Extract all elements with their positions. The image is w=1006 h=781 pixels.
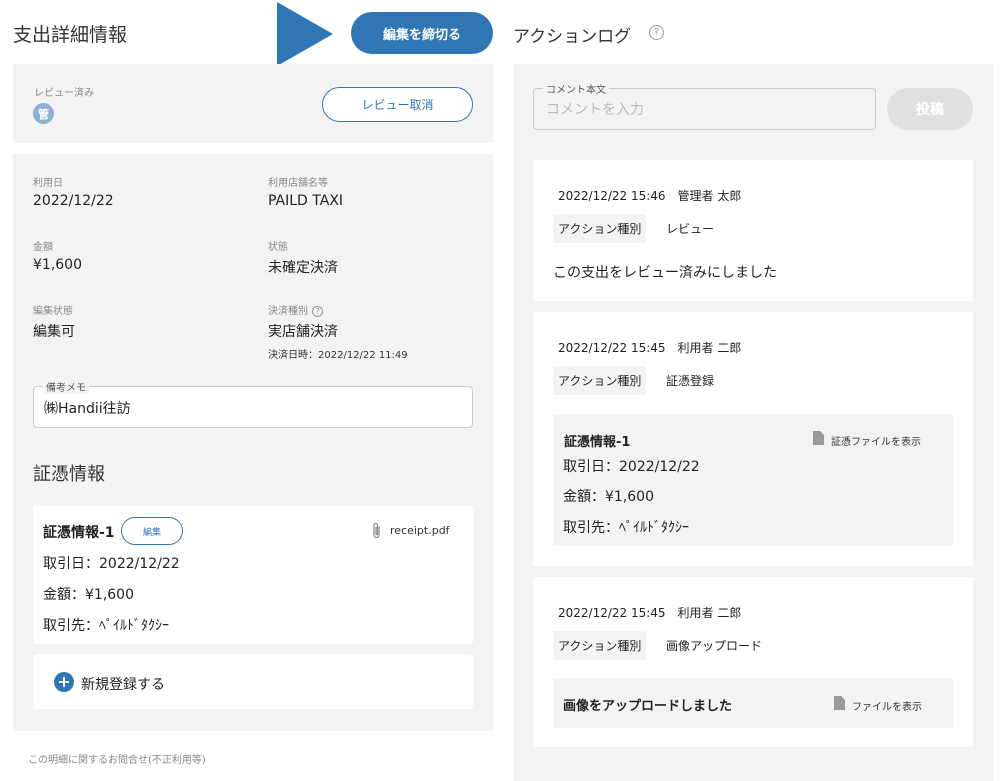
amount-value: ¥1,600 <box>33 257 82 273</box>
admin-badge-icon: 管 <box>33 103 54 124</box>
comment-placeholder: コメントを入力 <box>546 102 644 118</box>
action-log-title: アクションログ <box>513 27 632 47</box>
status-value: 未確定決済 <box>268 260 338 276</box>
finish-editing-button[interactable]: 編集を締切る <box>351 12 493 54</box>
evidence-edit-button[interactable]: 編集 <box>121 517 183 545</box>
help-icon[interactable]: ? <box>312 305 323 317</box>
arrow-pointer-icon <box>277 2 333 66</box>
evidence-line: 取引先：ﾍﾟｲﾙﾄﾞﾀｸｼｰ <box>43 618 169 634</box>
action-type-tag: アクション種別 <box>553 631 647 660</box>
edit-status-label: 編集状態 <box>33 306 73 317</box>
evidence-summary-line: 金額：¥1,600 <box>563 489 654 505</box>
edit-status-value: 編集可 <box>33 324 75 340</box>
help-icon[interactable]: ? <box>649 25 664 40</box>
memo-legend: 備考メモ <box>43 379 89 394</box>
evidence-line: 取引日：2022/12/22 <box>43 556 180 572</box>
status-label: 状態 <box>268 242 288 253</box>
new-register-label[interactable]: 新規登録する <box>81 674 165 694</box>
review-status-label: レビュー済み <box>34 88 94 99</box>
amount-label: 金額 <box>33 242 53 253</box>
evidence-card-title: 証憑情報-1 <box>43 525 115 541</box>
log-entry-meta: 2022/12/22 15:45 利用者 二郎 <box>558 341 742 355</box>
log-entry-meta: 2022/12/22 15:46 管理者 太郎 <box>558 189 742 203</box>
expense-detail-panel <box>13 154 493 731</box>
action-type-value: 画像アップロード <box>666 639 763 653</box>
store-label: 利用店舗名等 <box>268 178 328 189</box>
contact-label: この明細に関するお問合せ(不正利用等) <box>28 755 206 766</box>
paperclip-icon <box>373 522 380 539</box>
store-value: PAILD TAXI <box>268 193 344 209</box>
show-evidence-file-link[interactable]: 証憑ファイルを表示 <box>831 433 921 448</box>
action-type-tag: アクション種別 <box>553 366 647 395</box>
evidence-file-link[interactable]: receipt.pdf <box>390 524 450 537</box>
evidence-line: 金額：¥1,600 <box>43 587 134 603</box>
action-type-value: レビュー <box>666 222 715 236</box>
payment-type-label-text: 決済種別 <box>268 306 308 317</box>
plus-icon[interactable]: + <box>54 672 74 692</box>
use-date-value: 2022/12/22 <box>33 193 114 209</box>
log-entry-message: この支出をレビュー済みにしました <box>553 265 777 281</box>
show-file-link[interactable]: ファイルを表示 <box>852 698 922 713</box>
payment-type-label: 決済種別? <box>268 302 323 317</box>
evidence-section-title: 証憑情報 <box>33 464 105 485</box>
action-type-value: 証憑登録 <box>666 374 715 388</box>
evidence-summary-line: 取引先：ﾍﾟｲﾙﾄﾞﾀｸｼｰ <box>563 520 689 536</box>
upload-summary-title: 画像をアップロードしました <box>563 699 733 714</box>
log-entry-meta: 2022/12/22 15:45 利用者 二郎 <box>558 606 742 620</box>
memo-value[interactable]: ㈱Handii往訪 <box>44 398 131 418</box>
page-title: 支出詳細情報 <box>13 24 128 46</box>
evidence-summary-title: 証憑情報-1 <box>564 435 631 450</box>
review-cancel-button[interactable]: レビュー取消 <box>322 87 473 122</box>
payment-datetime: 決済日時：2022/12/22 11:49 <box>268 350 408 361</box>
payment-type-value: 実店舗決済 <box>268 324 338 340</box>
comment-legend: コメント本文 <box>543 81 609 96</box>
evidence-summary-line: 取引日：2022/12/22 <box>563 459 700 475</box>
use-date-label: 利用日 <box>33 178 63 189</box>
post-button[interactable]: 投稿 <box>887 88 973 130</box>
action-type-tag: アクション種別 <box>553 214 647 243</box>
